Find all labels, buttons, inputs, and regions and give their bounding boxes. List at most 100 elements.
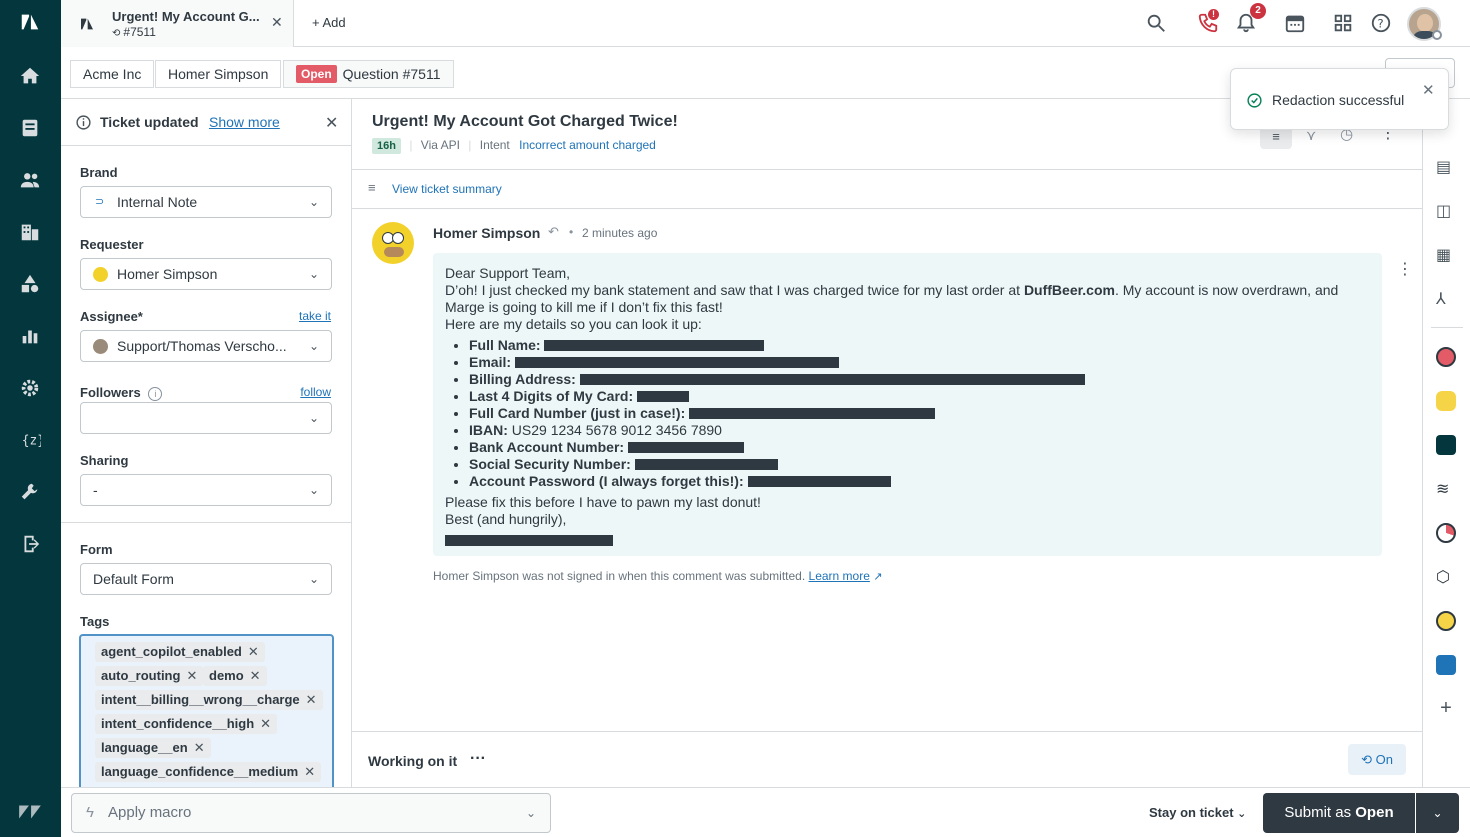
working-menu-icon[interactable]: ···: [470, 750, 486, 768]
working-toggle-button[interactable]: ⟲ On: [1348, 744, 1406, 775]
smiley-app-icon[interactable]: [1436, 611, 1456, 631]
reply-icon[interactable]: ↶: [548, 224, 559, 240]
list-item: Last 4 Digits of My Card:: [469, 388, 1370, 405]
tag-label: demo: [209, 668, 244, 683]
list-item: Billing Address:: [469, 371, 1370, 388]
cube-app-icon[interactable]: ⬡: [1436, 567, 1456, 587]
tag-label: intent_confidence__high: [101, 716, 255, 731]
ticket-tab-number-text: #7511: [123, 25, 156, 39]
item-label: Full Card Number (just in case!):: [469, 405, 686, 421]
requester-select[interactable]: Homer Simpson ⌄: [80, 258, 332, 290]
remove-tag-icon[interactable]: ✕: [304, 764, 315, 779]
conversation-pane: Urgent! My Account Got Charged Twice! 16…: [352, 98, 1422, 787]
assignee-select[interactable]: Support/Thomas Verscho... ⌄: [80, 330, 332, 362]
tags-input[interactable]: agent_copilot_enabled ✕ auto_routing ✕ dem…: [79, 634, 334, 787]
home-icon[interactable]: [18, 64, 42, 88]
export-icon[interactable]: [18, 532, 42, 556]
item-label: Billing Address:: [469, 371, 576, 387]
add-app-icon[interactable]: +: [1436, 697, 1456, 719]
apps-grid-icon[interactable]: [1332, 12, 1354, 34]
ticket-title: Urgent! My Account Got Charged Twice!: [372, 113, 678, 130]
remove-tag-icon[interactable]: ✕: [194, 740, 205, 755]
tag[interactable]: intent_confidence__high ✕: [95, 714, 278, 734]
chat-icon[interactable]: ◫: [1436, 201, 1456, 221]
admin-gear-icon[interactable]: [18, 376, 42, 400]
reporting-icon[interactable]: [18, 324, 42, 348]
comment-menu-icon[interactable]: ⋮: [1397, 259, 1413, 279]
objects-icon[interactable]: [18, 272, 42, 296]
remove-tag-icon[interactable]: ✕: [260, 716, 271, 731]
form-select[interactable]: Default Form ⌄: [80, 563, 332, 595]
remove-tag-icon[interactable]: ✕: [248, 644, 259, 659]
book-icon[interactable]: ▤: [1436, 157, 1456, 177]
jira-app-icon[interactable]: [1436, 655, 1456, 675]
code-icon[interactable]: {z}: [18, 428, 42, 452]
help-icon[interactable]: ?: [1370, 12, 1392, 34]
sharing-select[interactable]: - ⌄: [80, 474, 332, 506]
remove-tag-icon[interactable]: ✕: [186, 668, 197, 683]
tag[interactable]: auto_routing ✕: [95, 666, 204, 686]
tag-label: language__en: [101, 740, 188, 755]
tag[interactable]: demo ✕: [203, 666, 267, 686]
breadcrumb-org[interactable]: Acme Inc: [70, 60, 155, 88]
breadcrumb-requester[interactable]: Homer Simpson: [155, 60, 282, 88]
assignee-avatar-icon: [93, 339, 108, 354]
zendesk-brand-icon[interactable]: [16, 798, 44, 826]
apply-macro-select[interactable]: ϟ Apply macro ⌄: [71, 793, 551, 833]
redacted-signature: [445, 535, 613, 546]
bell-app-icon[interactable]: [1436, 391, 1456, 411]
check-circle-icon: [1247, 93, 1262, 108]
box-app-icon[interactable]: [1436, 435, 1456, 455]
list-item: Account Password (I always forget this!)…: [469, 473, 1370, 490]
breadcrumb-ticket[interactable]: Open Question #7511: [283, 60, 454, 88]
close-tab-icon[interactable]: ✕: [271, 14, 283, 31]
submit-options-chevron-icon[interactable]: ⌄: [1416, 793, 1459, 833]
show-more-link[interactable]: Show more: [209, 114, 280, 130]
internal-note-icon: ⊃: [95, 196, 105, 208]
stay-on-ticket-label: Stay on ticket: [1149, 805, 1234, 820]
organizations-icon[interactable]: [18, 220, 42, 244]
sync-icon: ⟲: [1361, 752, 1372, 767]
views-icon[interactable]: [18, 116, 42, 140]
submit-button[interactable]: Submit as Open: [1263, 793, 1415, 833]
view-summary-link[interactable]: View ticket summary: [392, 182, 502, 196]
pie-app-icon[interactable]: [1436, 523, 1456, 543]
brand-select[interactable]: ⊃ Internal Note ⌄: [80, 186, 332, 218]
follow-link[interactable]: follow: [300, 385, 331, 399]
wrench-icon[interactable]: [18, 480, 42, 504]
tag[interactable]: language_confidence__medium ✕: [95, 762, 322, 782]
followers-label: Followers i: [80, 385, 163, 401]
chevron-down-icon: ⌄: [308, 195, 319, 209]
apps-icon[interactable]: ▦: [1436, 245, 1456, 265]
close-toast-icon[interactable]: ✕: [1422, 81, 1435, 99]
zendesk-logo-icon[interactable]: [18, 10, 42, 34]
comment-author[interactable]: Homer Simpson: [433, 225, 540, 241]
stay-on-ticket-button[interactable]: Stay on ticket ⌄: [1149, 805, 1246, 820]
comment-signoff: Best (and hungrily),: [445, 511, 567, 527]
remove-tag-icon[interactable]: ✕: [250, 668, 261, 683]
svg-text:?: ?: [1377, 17, 1383, 31]
ticket-tab[interactable]: Urgent! My Account G... ⟲ #7511 ✕: [61, 0, 294, 47]
calendar-icon[interactable]: [1284, 12, 1306, 34]
tag[interactable]: intent__billing__wrong__charge ✕: [95, 690, 323, 710]
take-it-link[interactable]: take it: [299, 309, 331, 323]
tag[interactable]: language__en ✕: [95, 738, 211, 758]
submit-status: Open: [1355, 804, 1394, 821]
tag[interactable]: agent_copilot_enabled ✕: [95, 642, 265, 662]
add-tab-button[interactable]: + Add: [312, 15, 346, 30]
search-icon[interactable]: [1145, 12, 1167, 34]
intent-label: Intent: [479, 138, 510, 152]
customers-icon[interactable]: [18, 168, 42, 192]
layers-app-icon[interactable]: ≋: [1436, 479, 1456, 499]
merge-icon[interactable]: ⅄: [1436, 289, 1456, 309]
brand-value: Internal Note: [117, 194, 198, 210]
notification-count-badge: 2: [1250, 3, 1266, 19]
close-notice-icon[interactable]: ✕: [325, 113, 338, 133]
item-label: Social Security Number:: [469, 456, 631, 472]
learn-more-link[interactable]: Learn more: [809, 569, 870, 583]
intent-value-link[interactable]: Incorrect amount charged: [519, 138, 656, 152]
followers-select[interactable]: ⌄: [80, 402, 332, 434]
remove-tag-icon[interactable]: ✕: [306, 692, 317, 707]
pokeball-app-icon[interactable]: [1436, 347, 1456, 367]
apps-rail: ▤ ◫ ▦ ⅄ ≋ ⬡ +: [1422, 98, 1470, 787]
